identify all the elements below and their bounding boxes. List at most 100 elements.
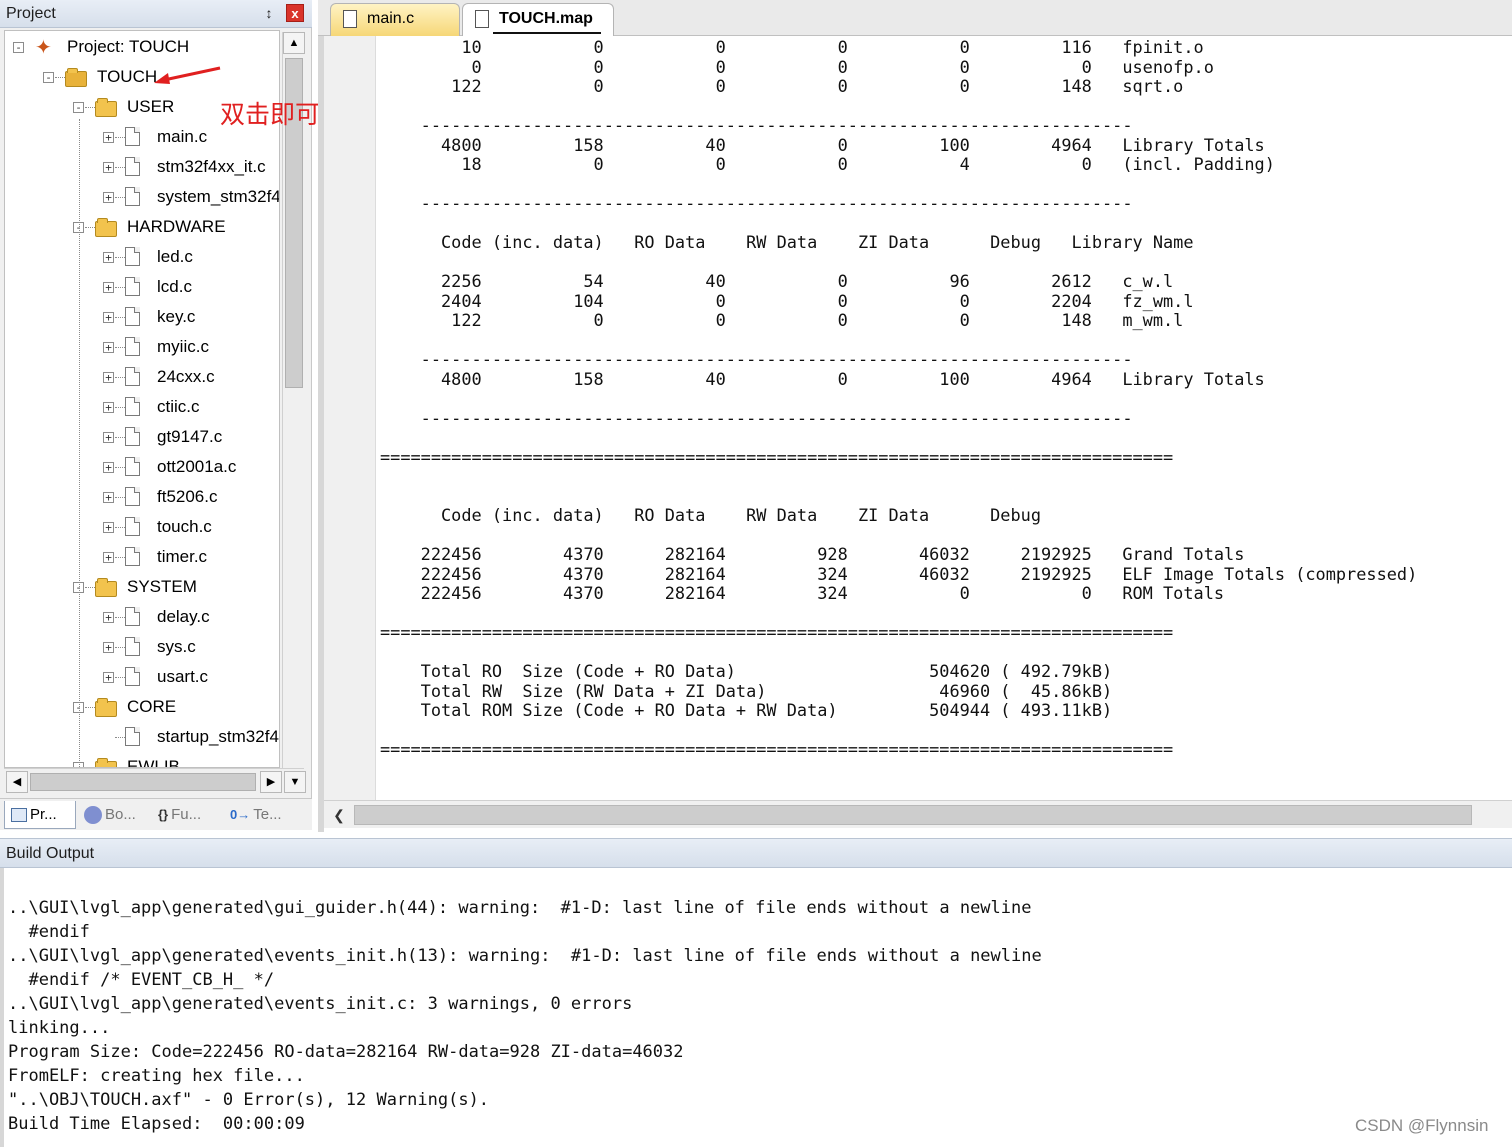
expand-icon[interactable]: +	[103, 462, 114, 473]
tree-item-lcd-c[interactable]: + lcd.c	[5, 273, 279, 301]
tree-item-label: system_stm32f4	[157, 187, 280, 206]
tree-item-startup-stm32f4[interactable]: startup_stm32f4	[5, 723, 279, 751]
collapse-icon[interactable]: -	[43, 72, 54, 83]
tab-main-c[interactable]: main.c	[330, 3, 460, 36]
expand-icon[interactable]: +	[103, 282, 114, 293]
tab-touch-map-label: TOUCH.map	[499, 10, 593, 27]
tree-connector	[115, 437, 125, 438]
expand-icon[interactable]: +	[103, 672, 114, 683]
tree-connector	[115, 287, 125, 288]
pin-icon[interactable]: ↕	[260, 4, 278, 22]
tree-connector	[115, 407, 125, 408]
tab-templates[interactable]: 0→ Te...	[224, 801, 296, 829]
tree-item-label: myiic.c	[157, 337, 209, 356]
tree-item-ewlib[interactable]: - EWLIB	[5, 753, 279, 767]
tree-connector	[55, 77, 65, 78]
tree-item-ctiic-c[interactable]: + ctiic.c	[5, 393, 279, 421]
tree-connector	[115, 737, 125, 738]
tree-guide-line	[79, 119, 80, 767]
tree-item-label: lcd.c	[157, 277, 192, 296]
map-file-text: 10 0 0 0 0 116 fpinit.o 0 0 0 0 0 0 usen…	[380, 38, 1418, 759]
tree-connector	[85, 107, 95, 108]
map-file-content[interactable]: 10 0 0 0 0 116 fpinit.o 0 0 0 0 0 0 usen…	[380, 38, 1510, 798]
tree-item-label: 24cxx.c	[157, 367, 215, 386]
tree-item-hardware[interactable]: - HARDWARE	[5, 213, 279, 241]
collapse-icon[interactable]: -	[13, 42, 24, 53]
watermark: CSDN @Flynnsin	[1355, 1116, 1489, 1135]
tree-item-project-touch[interactable]: - ✦ Project: TOUCH	[5, 33, 279, 61]
expand-icon[interactable]: +	[103, 612, 114, 623]
target-icon	[65, 68, 87, 87]
tree-item-delay-c[interactable]: + delay.c	[5, 603, 279, 631]
tree-item-label: timer.c	[157, 547, 208, 566]
tree-item-sys-c[interactable]: + sys.c	[5, 633, 279, 661]
tree-item-key-c[interactable]: + key.c	[5, 303, 279, 331]
expand-icon[interactable]: +	[103, 192, 114, 203]
tree-connector	[115, 647, 125, 648]
tree-item-ft5206-c[interactable]: + ft5206.c	[5, 483, 279, 511]
scroll-up-arrow-icon[interactable]: ▲	[283, 32, 305, 54]
close-icon[interactable]: x	[286, 4, 304, 22]
expand-icon[interactable]: +	[103, 432, 114, 443]
tree-item-label: SYSTEM	[127, 577, 197, 596]
expand-icon[interactable]: +	[103, 522, 114, 533]
tree-horizontal-scroll-thumb[interactable]	[30, 773, 256, 791]
expand-icon[interactable]: +	[103, 402, 114, 413]
expand-icon[interactable]: +	[103, 642, 114, 653]
expand-icon[interactable]: +	[103, 492, 114, 503]
scroll-right-arrow-icon[interactable]: ▶	[260, 771, 282, 793]
build-output-content: ..\GUI\lvgl_app\generated\gui_guider.h(4…	[8, 896, 1042, 1136]
templates-icon: 0→	[230, 807, 251, 823]
tree-connector	[115, 467, 125, 468]
tree-item-stm32f4xx-it-c[interactable]: + stm32f4xx_it.c	[5, 153, 279, 181]
tree-item-label: ott2001a.c	[157, 457, 237, 476]
tab-functions[interactable]: {} Fu...	[152, 801, 220, 829]
tree-connector	[85, 587, 95, 588]
collapse-icon[interactable]: -	[73, 102, 84, 113]
expand-icon[interactable]: +	[103, 132, 114, 143]
expand-icon[interactable]: +	[103, 342, 114, 353]
tree-item-gt9147-c[interactable]: + gt9147.c	[5, 423, 279, 451]
scroll-down-arrow-icon[interactable]: ▼	[284, 771, 306, 793]
editor-horizontal-scroll-thumb[interactable]	[354, 805, 1472, 825]
folder-icon	[95, 578, 117, 597]
expand-icon[interactable]: +	[103, 252, 114, 263]
tree-connector	[115, 137, 125, 138]
tree-item-system[interactable]: - SYSTEM	[5, 573, 279, 601]
tree-item-system-stm32f4[interactable]: + system_stm32f4	[5, 183, 280, 211]
tree-vertical-scrollbar[interactable]: ▲	[282, 32, 305, 768]
tab-project[interactable]: Pr...	[4, 801, 76, 829]
active-tab-underline	[493, 32, 601, 34]
file-icon	[125, 487, 140, 506]
tab-books[interactable]: Bo...	[80, 801, 148, 829]
tree-item-ott2001a-c[interactable]: + ott2001a.c	[5, 453, 279, 481]
tree-item-led-c[interactable]: + led.c	[5, 243, 279, 271]
tree-connector	[115, 377, 125, 378]
file-icon	[125, 667, 140, 686]
tree-item-touch-c[interactable]: + touch.c	[5, 513, 279, 541]
tree-item-touch[interactable]: - TOUCH	[5, 63, 279, 91]
expand-icon[interactable]: +	[103, 552, 114, 563]
tree-item-core[interactable]: - CORE	[5, 693, 279, 721]
build-output-panel[interactable]: ..\GUI\lvgl_app\generated\gui_guider.h(4…	[0, 868, 1512, 1147]
tree-horizontal-scrollbar[interactable]: ◀ ▶ ▼	[4, 768, 306, 794]
tab-project-label: Pr...	[30, 806, 57, 823]
scroll-left-arrow-icon[interactable]: ◀	[6, 771, 28, 793]
map-editor[interactable]: 10 0 0 0 0 116 fpinit.o 0 0 0 0 0 0 usen…	[318, 36, 1512, 832]
scroll-left-arrow-icon[interactable]: ❮	[328, 804, 350, 826]
build-output-header: Build Output	[0, 838, 1512, 868]
folder-icon	[95, 758, 117, 767]
expand-icon[interactable]: +	[103, 162, 114, 173]
file-icon	[125, 517, 140, 536]
tree-item-myiic-c[interactable]: + myiic.c	[5, 333, 279, 361]
expand-icon[interactable]: +	[103, 312, 114, 323]
build-output-text: ..\GUI\lvgl_app\generated\gui_guider.h(4…	[8, 898, 1042, 1134]
editor-horizontal-scrollbar[interactable]: ❮	[324, 800, 1512, 828]
tree-item-usart-c[interactable]: + usart.c	[5, 663, 279, 691]
tab-touch-map[interactable]: TOUCH.map	[462, 3, 614, 36]
tree-item-label: startup_stm32f4	[157, 727, 279, 746]
expand-icon[interactable]: +	[103, 372, 114, 383]
tree-item-timer-c[interactable]: + timer.c	[5, 543, 279, 571]
project-panel-tabs: Pr... Bo... {} Fu... 0→ Te...	[0, 798, 312, 830]
tree-item-24cxx-c[interactable]: +24cxx.c	[5, 363, 279, 391]
